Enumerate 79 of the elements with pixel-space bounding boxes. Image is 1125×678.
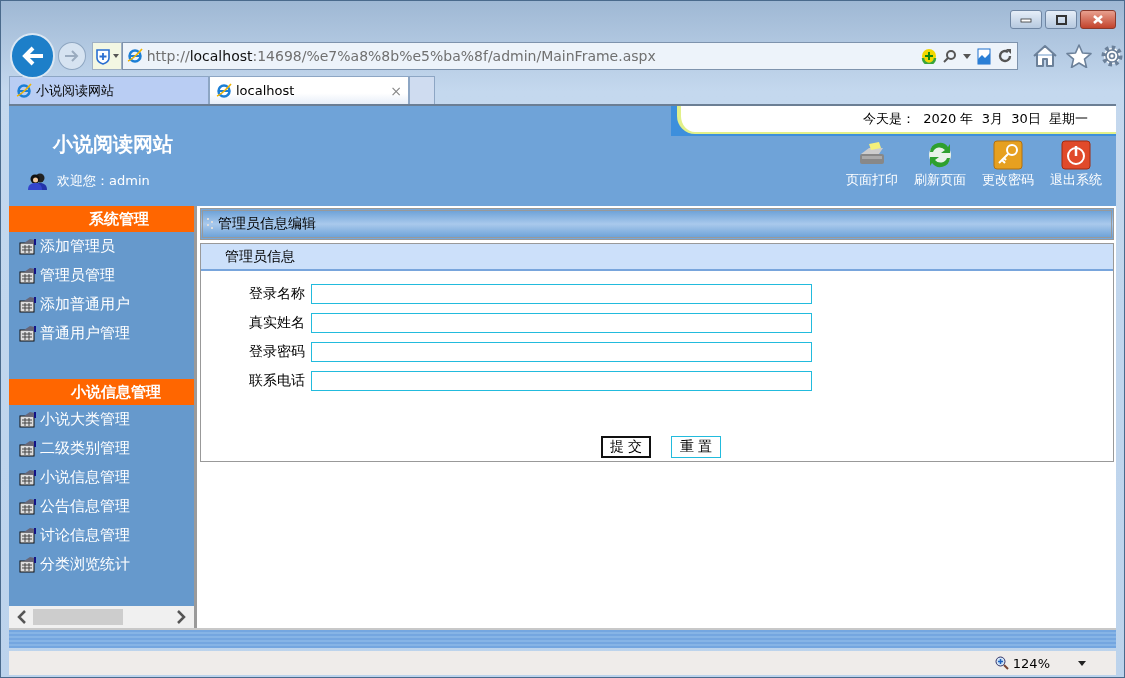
settings-icon[interactable]	[1100, 44, 1124, 68]
refresh-icon[interactable]	[997, 48, 1013, 64]
section-header: 系统管理	[9, 206, 194, 232]
right-chevron-icon[interactable]	[176, 610, 186, 624]
breadcrumb-title: 管理员信息编辑	[218, 215, 316, 233]
plus-circle-icon[interactable]	[921, 48, 937, 64]
toolbar-button[interactable]: 退出系统	[1048, 140, 1104, 189]
restore-button[interactable]	[1045, 10, 1077, 29]
ie-icon	[126, 48, 143, 64]
toolbar-button[interactable]: 页面打印	[844, 140, 900, 189]
restore-icon	[1055, 14, 1067, 25]
menu-item[interactable]: 讨论信息管理	[9, 521, 194, 550]
scrollbar-thumb[interactable]	[33, 609, 123, 625]
ie-icon	[16, 82, 32, 99]
form-icon	[19, 440, 36, 457]
zoom-icon[interactable]	[994, 656, 1009, 670]
caret-icon[interactable]	[963, 53, 971, 59]
menu-item[interactable]: 添加普通用户	[9, 290, 194, 319]
field-label: 真实姓名	[248, 314, 305, 332]
input-field[interactable]	[311, 342, 812, 362]
left-arrow-icon	[20, 46, 45, 66]
horizontal-scrollbar[interactable]	[9, 606, 194, 628]
form-icon	[19, 238, 36, 255]
picture-icon[interactable]	[977, 47, 991, 65]
browser-tab[interactable]: localhost ×	[209, 76, 409, 104]
search-icon[interactable]	[943, 49, 957, 63]
power-icon	[1061, 140, 1091, 170]
users-icon	[27, 172, 49, 190]
menu-item[interactable]: 公告信息管理	[9, 492, 194, 521]
caret-icon	[112, 54, 119, 58]
menu-item[interactable]: 小说大类管理	[9, 405, 194, 434]
field-label: 登录密码	[248, 343, 305, 361]
close-button[interactable]	[1080, 10, 1116, 29]
menu-item[interactable]: 普通用户管理	[9, 319, 194, 348]
menu-item[interactable]: 小说信息管理	[9, 463, 194, 492]
input-field[interactable]	[311, 284, 812, 304]
ie-icon	[216, 82, 232, 99]
form-icon	[19, 556, 36, 573]
input-field[interactable]	[311, 313, 812, 333]
dots-icon	[207, 217, 215, 231]
star-icon[interactable]	[1066, 44, 1092, 68]
field-label: 登录名称	[248, 285, 305, 303]
date-label: 今天是：	[863, 110, 916, 128]
site-title: 小说阅读网站	[53, 131, 173, 158]
form-icon	[19, 267, 36, 284]
right-arrow-icon	[64, 49, 81, 63]
date-text: 2020 年 3月 30日 星期一	[923, 110, 1088, 128]
caret-icon[interactable]	[1078, 660, 1086, 666]
form-icon	[19, 411, 36, 428]
field-label: 联系电话	[248, 372, 305, 390]
input-field[interactable]	[311, 371, 812, 391]
form-icon	[19, 498, 36, 515]
key-icon	[993, 140, 1023, 170]
reset-button[interactable]: 重 置	[671, 436, 721, 458]
menu-item[interactable]: 二级类别管理	[9, 434, 194, 463]
welcome-text: 欢迎您：admin	[57, 172, 150, 190]
plus-shield-icon	[94, 47, 111, 65]
address-bar[interactable]: http://localhost:14698/%e7%a8%8b%e5%ba%8f/admin/MainFrame.aspx	[121, 42, 1018, 70]
form-icon	[19, 296, 36, 313]
form-icon	[19, 527, 36, 544]
home-icon[interactable]	[1032, 44, 1058, 68]
menu-item[interactable]: 分类浏览统计	[9, 550, 194, 579]
panel-title: 管理员信息	[201, 244, 1113, 271]
toolbar-button[interactable]: 刷新页面	[912, 140, 968, 189]
add-favorites-button[interactable]	[92, 42, 122, 70]
toolbar-button[interactable]: 更改密码	[980, 140, 1036, 189]
minimize-icon	[1020, 16, 1032, 23]
submit-button[interactable]: 提 交	[601, 436, 651, 458]
menu-item[interactable]: 添加管理员	[9, 232, 194, 261]
back-button[interactable]	[10, 33, 56, 79]
menu-item[interactable]: 管理员管理	[9, 261, 194, 290]
zoom-level[interactable]: 124%	[1012, 655, 1050, 671]
left-chevron-icon[interactable]	[17, 610, 27, 624]
close-icon	[1092, 14, 1104, 25]
browser-tab[interactable]: 小说阅读网站	[9, 76, 209, 104]
form-icon	[19, 469, 36, 486]
form-icon	[19, 325, 36, 342]
close-tab-button[interactable]: ×	[390, 82, 402, 99]
section-header: 小说信息管理	[9, 379, 194, 405]
